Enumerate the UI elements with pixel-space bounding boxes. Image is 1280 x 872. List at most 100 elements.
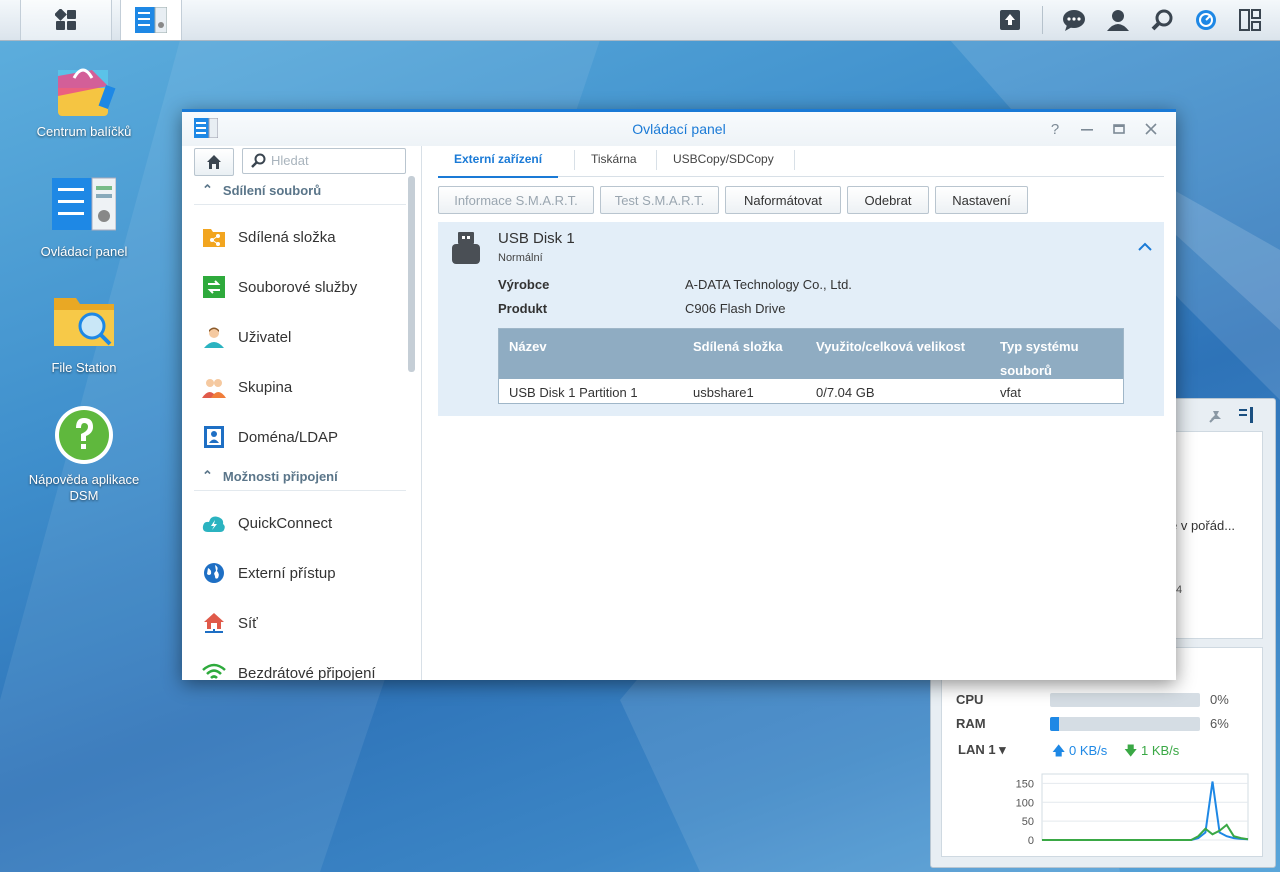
- sidebar-item-label: Uživatel: [238, 328, 292, 346]
- user-button[interactable]: [1100, 0, 1136, 40]
- sidebar-search[interactable]: [242, 148, 406, 174]
- download-rate-value: 1 KB/s: [1141, 743, 1180, 758]
- sidebar-item-quickconnect[interactable]: QuickConnect: [194, 503, 406, 543]
- section-title: Možnosti připojení: [222, 468, 338, 484]
- minimize-button[interactable]: [1076, 118, 1098, 140]
- lan-selector[interactable]: LAN 1 ▾: [958, 742, 1006, 758]
- table-cell: usbshare1: [693, 385, 754, 400]
- section-connectivity[interactable]: ⌃ Možnosti připojení: [194, 462, 406, 491]
- ram-bar-fill: [1050, 717, 1059, 731]
- shared-folder-icon: [203, 229, 225, 247]
- sidebar-item-user[interactable]: Uživatel: [194, 317, 406, 357]
- control-panel-icon: [135, 7, 167, 33]
- home-button[interactable]: [194, 148, 234, 176]
- widget-layout-icon[interactable]: [1239, 407, 1255, 423]
- format-button[interactable]: Naformátovat: [725, 186, 841, 214]
- home-icon: [207, 155, 221, 169]
- remove-button[interactable]: Odebrat: [847, 186, 929, 214]
- sidebar-item-domain-ldap[interactable]: Doména/LDAP: [194, 417, 406, 457]
- user-icon: [1107, 10, 1129, 31]
- main-content: Externí zařízení Tiskárna USBCopy/SDCopy…: [438, 146, 1164, 680]
- sidebar-item-shared-folder[interactable]: Sdílená složka: [194, 217, 406, 257]
- upload-rate: 🡅 0 KB/s: [1052, 742, 1107, 764]
- section-file-sharing[interactable]: ⌃ Sdílení souborů: [194, 176, 406, 205]
- widgets-button[interactable]: [1232, 0, 1268, 40]
- settings-button[interactable]: Nastavení: [935, 186, 1028, 214]
- column-header[interactable]: Název: [509, 335, 547, 359]
- widgets-icon: [1239, 9, 1261, 31]
- messages-button[interactable]: [1056, 0, 1092, 40]
- tab-external-devices[interactable]: Externí zařízení: [438, 152, 559, 178]
- minimize-icon: [1081, 129, 1093, 131]
- search-icon: [1151, 9, 1173, 31]
- sidebar-item-label: Doména/LDAP: [238, 428, 339, 446]
- device-panel[interactable]: USB Disk 1 Normální Výrobce A-DATA Techn…: [438, 222, 1164, 416]
- close-button[interactable]: [1140, 118, 1162, 140]
- search-button[interactable]: [1144, 0, 1180, 40]
- sidebar-item-file-services[interactable]: Souborové služby: [194, 267, 406, 307]
- control-panel-window: Ovládací panel ? ⌃ Sdílení souborů Sdílen…: [182, 109, 1176, 680]
- sidebar-item-label: Sdílená složka: [238, 228, 336, 246]
- file-station-icon: [54, 298, 114, 346]
- cpu-label: CPU: [956, 692, 984, 707]
- tab-usbcopy[interactable]: USBCopy/SDCopy: [657, 152, 790, 176]
- help-icon: [55, 406, 113, 464]
- taskbar: [0, 0, 1280, 41]
- upload-icon: [1000, 10, 1020, 30]
- product-label: Produkt: [498, 301, 548, 316]
- quickconnect-icon: [202, 516, 225, 532]
- upload-button[interactable]: [992, 0, 1028, 40]
- device-status: Normální: [498, 252, 543, 264]
- sidebar-item-label: QuickConnect: [238, 514, 333, 532]
- network-chart: 150 100 50 0: [1016, 773, 1249, 847]
- download-arrow-icon: 🡇: [1124, 743, 1138, 758]
- help-button[interactable]: ?: [1044, 118, 1066, 140]
- table-cell: vfat: [1000, 385, 1021, 400]
- sidebar-item-label: Síť: [238, 614, 258, 632]
- maximize-icon: [1113, 124, 1125, 134]
- network-icon: [204, 613, 224, 633]
- desktop-icon-help[interactable]: Nápověda aplikace DSM: [24, 404, 144, 504]
- desktop-icon-label: Centrum balíčků: [36, 124, 132, 139]
- sidebar-item-external-access[interactable]: Externí přístup: [194, 553, 406, 593]
- chevron-up-icon: ⌃: [202, 468, 213, 483]
- table-cell: USB Disk 1 Partition 1: [509, 385, 638, 400]
- sidebar-item-wireless[interactable]: Bezdrátové připojení: [194, 653, 406, 680]
- ram-bar: [1050, 717, 1200, 731]
- maximize-button[interactable]: [1108, 118, 1130, 140]
- tab-printer[interactable]: Tiskárna: [575, 152, 653, 176]
- taskbar-control-panel[interactable]: [120, 0, 182, 40]
- window-titlebar[interactable]: Ovládací panel ?: [182, 112, 1176, 146]
- sidebar-scrollbar[interactable]: [408, 176, 415, 372]
- group-icon: [202, 379, 226, 398]
- desktop-icon-file-station[interactable]: File Station: [24, 292, 144, 376]
- desktop-icon-package-center[interactable]: Centrum balíčků: [24, 56, 144, 140]
- section-title: Sdílení souborů: [222, 182, 322, 198]
- file-services-icon: [203, 276, 225, 298]
- external-access-icon: [204, 563, 224, 583]
- sidebar-item-network[interactable]: Síť: [194, 603, 406, 643]
- pin-icon[interactable]: [1207, 407, 1223, 423]
- sidebar-item-label: Skupina: [238, 378, 293, 396]
- user-icon: [204, 327, 224, 348]
- desktop-icon-label: File Station: [51, 360, 117, 375]
- smart-info-button[interactable]: Informace S.M.A.R.T.: [438, 186, 594, 214]
- column-header[interactable]: Sdílená složka: [693, 335, 783, 359]
- search-input[interactable]: [269, 152, 403, 169]
- package-center-icon: [58, 68, 116, 116]
- main-menu-button[interactable]: [20, 0, 112, 40]
- column-header[interactable]: Využito/celková velikost: [816, 335, 965, 359]
- column-header[interactable]: Typ systému souborů: [1000, 335, 1110, 383]
- desktop-icon-control-panel[interactable]: Ovládací panel: [24, 176, 144, 260]
- usb-drive-icon: [452, 232, 480, 264]
- sidebar: ⌃ Sdílení souborů Sdílená složka Souborov…: [182, 146, 422, 680]
- smart-test-button[interactable]: Test S.M.A.R.T.: [600, 186, 719, 214]
- dashboard-button[interactable]: [1188, 0, 1224, 40]
- chevron-up-icon: ⌃: [202, 182, 213, 197]
- sidebar-item-label: Souborové služby: [238, 278, 358, 296]
- chevron-up-icon[interactable]: [1138, 242, 1152, 252]
- sidebar-item-group[interactable]: Skupina: [194, 367, 406, 407]
- desktop-icon-label: Ovládací panel: [40, 244, 128, 259]
- sidebar-item-label: Bezdrátové připojení: [238, 664, 376, 681]
- widget-partial-text: e v pořád...: [1170, 518, 1236, 533]
